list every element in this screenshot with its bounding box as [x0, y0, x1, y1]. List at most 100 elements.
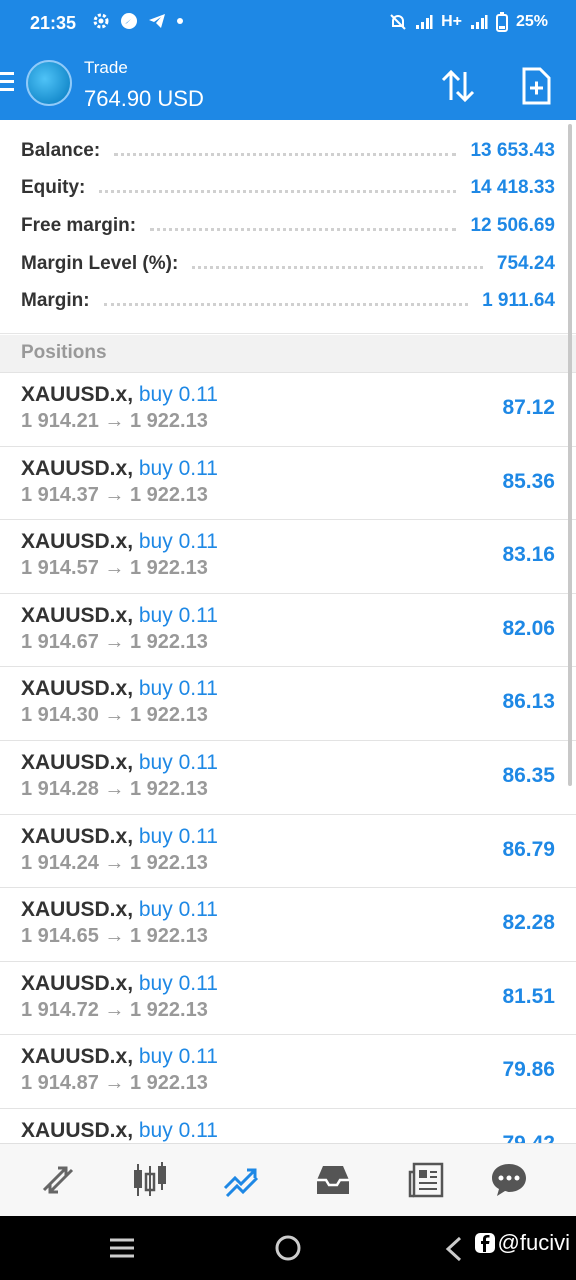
scrollbar[interactable] — [568, 124, 572, 786]
news-icon — [408, 1162, 444, 1198]
position-symbol: XAUUSD.x, — [21, 1118, 134, 1142]
position-symbol: XAUUSD.x, — [21, 677, 134, 701]
menu-icon[interactable] — [0, 72, 16, 94]
tab-history[interactable] — [311, 1158, 355, 1202]
summary-row-balance: Balance: 13 653.43 — [21, 140, 555, 161]
position-type: buy 0.11 — [138, 971, 218, 995]
position-profit: 83.16 — [502, 543, 555, 567]
new-document-icon — [522, 67, 551, 105]
tab-news[interactable] — [404, 1158, 448, 1202]
position-row[interactable]: XAUUSD.x, buy 0.11 1 914.67 → 1 922.13 8… — [0, 594, 576, 668]
signal-icon-2 — [470, 15, 488, 29]
tab-trade[interactable] — [219, 1158, 263, 1202]
header-title: 764.90 USD — [84, 86, 204, 111]
messages-icon — [492, 1164, 526, 1196]
summary-row-free-margin: Free margin: 12 506.69 — [21, 215, 555, 236]
positions-title: Positions — [21, 342, 107, 363]
watermark-text: @fucivi — [497, 1230, 570, 1255]
dot-icon — [177, 18, 183, 24]
position-symbol: XAUUSD.x, — [21, 383, 134, 406]
position-profit: 87.12 — [502, 396, 555, 419]
position-symbol: XAUUSD.x, — [21, 750, 134, 774]
app-logo — [26, 60, 72, 106]
position-symbol: XAUUSD.x, — [21, 971, 134, 995]
position-symbol: XAUUSD.x, — [21, 1045, 134, 1069]
summary-row-equity: Equity: 14 418.33 — [21, 177, 555, 198]
position-profit: 86.13 — [502, 690, 555, 714]
signal-icon — [416, 15, 433, 29]
battery-level: 25% — [515, 13, 548, 30]
bottom-tab-bar — [0, 1143, 576, 1216]
position-prices: 1 914.24 → 1 922.13 — [21, 851, 208, 874]
telegram-icon — [149, 14, 165, 28]
position-row[interactable]: XAUUSD.x, buy 0.11 1 914.21 → 1 922.13 8… — [0, 373, 576, 447]
position-type: buy 0.11 — [138, 824, 218, 848]
position-prices: 1 914.30 → 1 922.13 — [21, 704, 208, 727]
tab-messages[interactable] — [487, 1158, 531, 1202]
position-prices: 1 914.72 → 1 922.13 — [21, 998, 208, 1021]
status-bar: 21:35 H+ 25% — [0, 0, 576, 48]
compass-icon — [121, 13, 137, 29]
position-prices: 1 914.87 → 1 922.13 — [21, 1072, 208, 1095]
facebook-icon — [474, 1233, 495, 1253]
position-profit: 86.35 — [502, 763, 555, 787]
position-symbol: XAUUSD.x, — [21, 898, 134, 922]
watermark: @fucivi — [474, 1230, 570, 1256]
settings-icon — [93, 13, 109, 29]
position-row[interactable]: XAUUSD.x, buy 0.11 1 914.87 → 1 922.13 7… — [0, 1035, 576, 1109]
position-row[interactable]: XAUUSD.x, buy 0.11 1 914.30 → 1 922.13 8… — [0, 667, 576, 741]
quotes-icon — [42, 1166, 74, 1194]
position-prices: 1 914.37 → 1 922.13 — [21, 483, 208, 506]
position-type: buy 0.11 — [138, 456, 218, 480]
system-navigation-bar: @fucivi — [0, 1216, 576, 1280]
app-header: Trade 764.90 USD — [0, 48, 576, 120]
status-time: 21:35 — [30, 13, 77, 33]
position-type: buy 0.11 — [138, 530, 218, 554]
tab-quotes[interactable] — [36, 1158, 80, 1202]
position-type: buy 0.11 — [138, 750, 218, 774]
notification-icons — [92, 12, 184, 30]
sort-button[interactable] — [438, 66, 478, 106]
position-type: buy 0.11 — [138, 1118, 218, 1142]
position-profit: 81.51 — [502, 984, 555, 1008]
new-order-button[interactable] — [516, 66, 556, 106]
position-profit: 85.36 — [502, 469, 555, 493]
position-profit: 79.42 — [502, 1132, 555, 1143]
position-type: buy 0.11 — [138, 383, 218, 406]
back-icon[interactable] — [444, 1236, 464, 1262]
header-subtitle: Trade — [84, 58, 128, 77]
position-row[interactable]: XAUUSD.x, buy 0.11 1 914.65 → 1 922.13 8… — [0, 888, 576, 962]
home-icon[interactable] — [274, 1234, 302, 1262]
position-row[interactable]: XAUUSD.x, buy 0.11 1 914.57 → 1 922.13 8… — [0, 520, 576, 594]
position-prices: 1 914.67 → 1 922.13 — [21, 630, 208, 653]
position-symbol: XAUUSD.x, — [21, 824, 134, 848]
position-symbol: XAUUSD.x, — [21, 530, 134, 554]
battery-icon — [495, 12, 508, 32]
position-prices: 1 914.57 → 1 922.13 — [21, 557, 208, 580]
position-prices: 1 914.28 → 1 922.13 — [21, 777, 208, 800]
positions-header: Positions — [0, 335, 576, 373]
tab-chart[interactable] — [128, 1158, 172, 1202]
position-row[interactable]: XAUUSD.x, buy 0.11 1 914.28 → 1 922.13 8… — [0, 741, 576, 815]
position-symbol: XAUUSD.x, — [21, 603, 134, 627]
account-summary: Balance: 13 653.43 Equity: 14 418.33 Free … — [0, 120, 576, 334]
position-profit: 86.79 — [502, 837, 555, 861]
position-row[interactable]: XAUUSD.x, buy 0.11 1 914.24 → 1 922.13 8… — [0, 815, 576, 889]
summary-row-margin-level: Margin Level (%): 754.24 — [21, 253, 555, 274]
position-symbol: XAUUSD.x, — [21, 456, 134, 480]
position-profit: 82.06 — [502, 616, 555, 640]
summary-row-margin: Margin: 1 911.64 — [21, 290, 555, 311]
position-type: buy 0.11 — [138, 677, 218, 701]
network-type: H+ — [441, 13, 462, 30]
recent-apps-icon[interactable] — [108, 1236, 136, 1260]
position-type: buy 0.11 — [138, 603, 218, 627]
positions-list[interactable]: XAUUSD.x, buy 0.11 1 914.21 → 1 922.13 8… — [0, 373, 576, 1143]
position-type: buy 0.11 — [138, 898, 218, 922]
position-profit: 82.28 — [502, 911, 555, 935]
position-profit: 79.86 — [502, 1058, 555, 1082]
position-row[interactable]: XAUUSD.x, buy 0.11 79.42 — [0, 1109, 576, 1143]
position-row[interactable]: XAUUSD.x, buy 0.11 1 914.72 → 1 922.13 8… — [0, 962, 576, 1036]
sort-icon — [441, 69, 475, 103]
position-type: buy 0.11 — [138, 1045, 218, 1069]
position-row[interactable]: XAUUSD.x, buy 0.11 1 914.37 → 1 922.13 8… — [0, 447, 576, 521]
